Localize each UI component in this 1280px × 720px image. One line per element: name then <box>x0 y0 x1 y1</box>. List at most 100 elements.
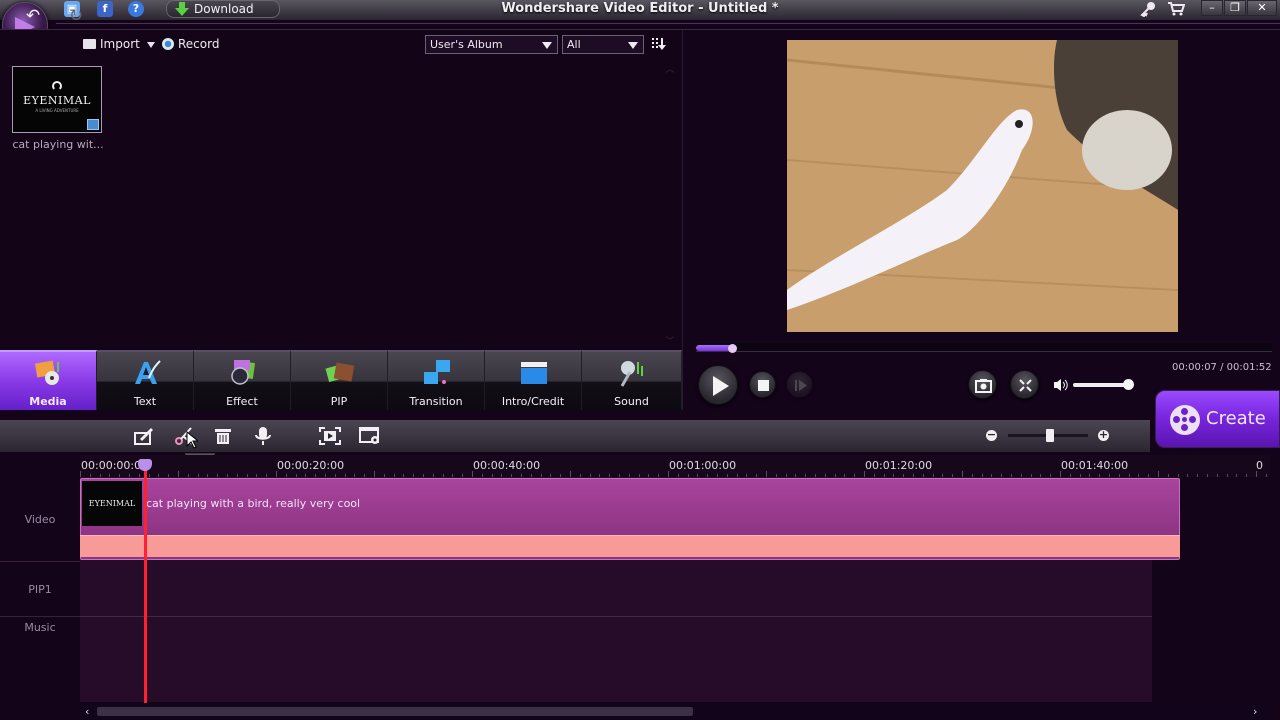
preview-frame-image <box>787 40 1178 332</box>
cart-icon[interactable] <box>1167 1 1185 17</box>
effect-icon <box>231 360 256 385</box>
volume-icon[interactable] <box>1053 378 1069 392</box>
undo-icon[interactable]: ↶ <box>23 6 43 26</box>
media-item-label: cat playing wit... <box>12 138 104 151</box>
ruler-tick <box>1256 471 1257 477</box>
clip-title: cat playing with a bird, really very coo… <box>146 497 361 510</box>
ruler-tick <box>1197 474 1199 477</box>
ruler-label: 00:00:20:00 <box>277 459 345 472</box>
video-file-icon <box>87 119 99 130</box>
ruler-tick <box>1187 474 1189 477</box>
download-label: Download <box>194 2 254 16</box>
ruler-tick <box>1246 474 1248 477</box>
record-button[interactable]: Record <box>162 37 219 51</box>
create-label: Create <box>1206 408 1266 429</box>
edit-toolbar <box>0 420 1150 452</box>
seek-bar[interactable] <box>696 343 1272 353</box>
scroll-down-icon[interactable]: ﹀ <box>664 334 676 347</box>
tab-label: Effect <box>226 395 258 408</box>
intro-credit-icon <box>521 362 547 384</box>
track-label-pip1: PIP1 <box>28 583 52 596</box>
zoom-out-button[interactable]: − <box>986 429 997 441</box>
ruler-tick <box>1226 474 1228 477</box>
import-label: Import <box>100 37 140 51</box>
track-label-video: Video <box>24 513 56 526</box>
timeline-ruler[interactable]: 00:00:00:00 00:00:20:00 00:00:40:00 00:01:0… <box>80 455 1270 477</box>
tab-intro-credit[interactable]: Intro/Credit <box>485 350 582 410</box>
ruler-label: 00:01:20:00 <box>865 459 933 472</box>
mouse-cursor-icon <box>186 431 198 449</box>
track-divider <box>80 616 1152 617</box>
panel-divider <box>682 30 683 410</box>
playhead[interactable] <box>144 470 147 703</box>
download-button[interactable]: Download <box>166 0 280 18</box>
edit-clip-icon[interactable] <box>134 427 154 445</box>
thumb-sub: A LIVING ADVENTURE <box>35 108 79 113</box>
close-button[interactable]: ✕ <box>1247 0 1277 16</box>
next-frame-button[interactable] <box>786 371 813 398</box>
time-readout: 00:00:07 / 00:01:52 <box>1172 362 1272 373</box>
settings-window-icon[interactable] <box>359 427 381 445</box>
stop-icon <box>758 380 769 391</box>
ruler-tick <box>1177 474 1179 477</box>
timeline-zoom-handle[interactable] <box>1046 429 1054 442</box>
camera-icon <box>975 379 992 393</box>
ruler-tick <box>1158 471 1159 477</box>
filter-select[interactable]: All <box>562 35 644 54</box>
track-label-music: Music <box>24 621 56 634</box>
tab-text[interactable]: Text <box>97 350 194 410</box>
record-icon <box>162 38 174 50</box>
zoom-in-button[interactable]: + <box>1098 429 1109 441</box>
facebook-icon[interactable]: f <box>97 1 113 17</box>
media-item-thumbnail[interactable]: EYENIMAL A LIVING ADVENTURE <box>12 66 102 133</box>
restore-button[interactable]: ❐ <box>1224 0 1246 16</box>
volume-handle[interactable] <box>1123 379 1135 390</box>
album-select[interactable]: User's Album <box>425 35 558 54</box>
ruler-label: 00:00:40:00 <box>473 459 541 472</box>
sort-icon[interactable] <box>652 38 666 50</box>
video-preview[interactable] <box>787 40 1178 332</box>
text-icon <box>135 360 161 384</box>
key-icon[interactable] <box>1140 1 1156 17</box>
tab-effect[interactable]: Effect <box>194 350 291 410</box>
pip-icon <box>325 362 355 383</box>
snapshot-button[interactable] <box>968 370 997 399</box>
folder-icon <box>83 39 96 49</box>
tab-media[interactable]: Media <box>0 350 97 410</box>
ruler-tick <box>1216 474 1218 477</box>
scroll-left-icon[interactable]: ‹ <box>85 705 89 718</box>
play-button[interactable] <box>698 365 738 405</box>
film-reel-icon <box>1170 405 1200 435</box>
redo-icon[interactable]: ↻ <box>66 6 86 26</box>
ruler-tick <box>1265 474 1267 477</box>
clip-thumb-brand: EYENIMAL <box>88 499 136 508</box>
help-icon[interactable]: ? <box>128 1 144 17</box>
tab-pip[interactable]: PIP <box>291 350 388 410</box>
minimize-button[interactable]: – <box>1201 0 1223 16</box>
scroll-up-icon[interactable]: ︿ <box>664 62 676 75</box>
album-select-value: User's Album <box>430 38 503 51</box>
tab-label: Text <box>133 395 157 408</box>
create-button[interactable]: Create <box>1155 390 1280 448</box>
scrollbar-thumb[interactable] <box>97 707 693 716</box>
microphone-icon[interactable] <box>254 426 272 446</box>
clip-audio-waveform <box>80 535 1180 557</box>
ruler-label: 00:01:00:00 <box>669 459 737 472</box>
filter-select-value: All <box>567 38 581 51</box>
import-button[interactable]: Import <box>83 37 155 51</box>
stop-button[interactable] <box>749 371 776 398</box>
delete-trash-icon[interactable] <box>214 427 232 445</box>
fullscreen-icon <box>1019 379 1032 392</box>
crop-preview-icon[interactable] <box>319 427 341 445</box>
tab-label: Media <box>29 395 67 408</box>
scroll-right-icon[interactable]: › <box>1253 705 1257 718</box>
play-icon <box>713 376 729 396</box>
tab-label: Transition <box>409 395 463 408</box>
fullscreen-button[interactable] <box>1010 370 1039 399</box>
tab-sound[interactable]: Sound <box>582 350 682 410</box>
record-label: Record <box>178 37 220 51</box>
sound-icon <box>620 361 643 387</box>
seek-handle[interactable] <box>728 344 737 353</box>
tab-transition[interactable]: Transition <box>388 350 485 410</box>
thumb-brand: EYENIMAL <box>23 94 91 107</box>
